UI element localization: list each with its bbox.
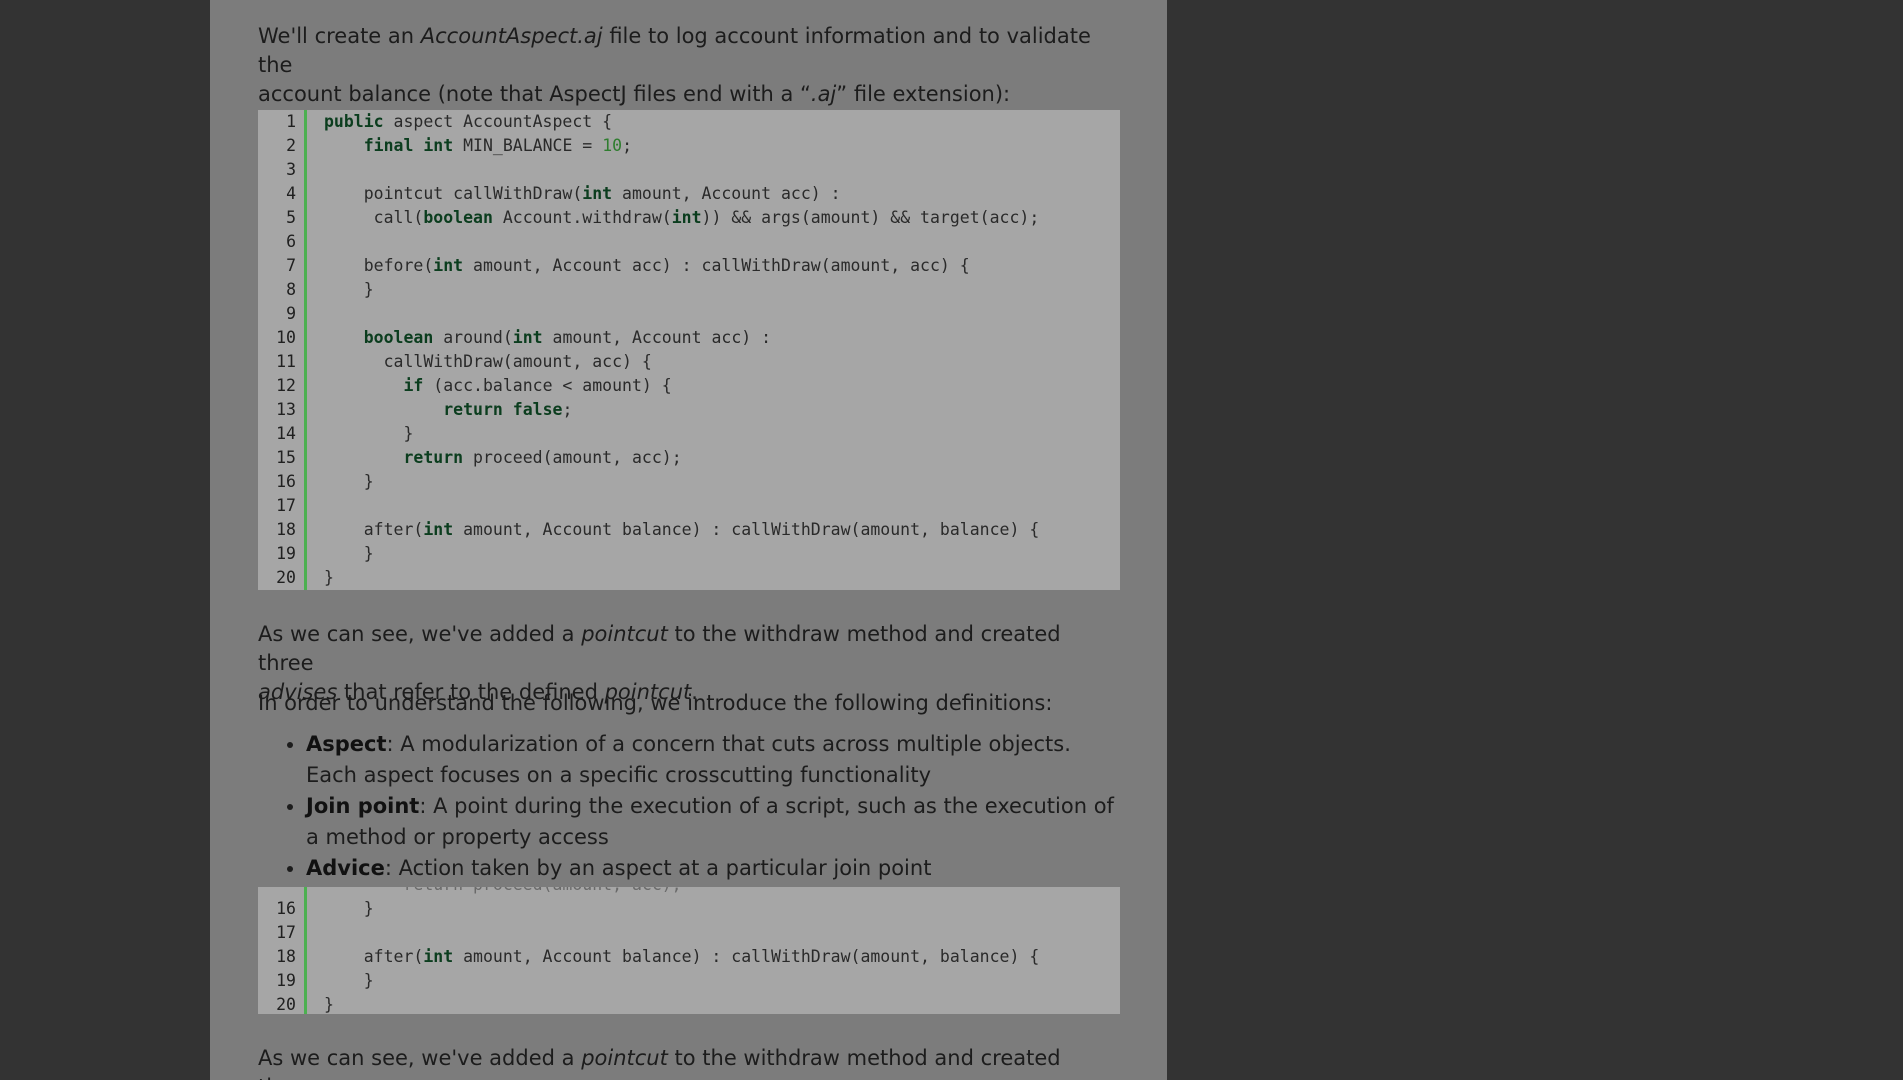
code-line: 9 — [258, 302, 1120, 326]
line-number: 1 — [286, 112, 296, 131]
code-text: pointcut callWithDraw(int amount, Accoun… — [324, 184, 841, 203]
code-text: call(boolean Account.withdraw(int)) && a… — [324, 208, 1040, 227]
line-number: 17 — [276, 923, 296, 942]
line-number: 18 — [276, 520, 296, 539]
code-text: before(int amount, Account acc) : callWi… — [324, 256, 970, 275]
line-number: 12 — [276, 376, 296, 395]
footer-paragraph: As we can see, we've added a pointcut to… — [258, 1044, 1120, 1080]
definitions-intro-text: In order to understand the following, we… — [258, 691, 1053, 715]
code-text: boolean around(int amount, Account acc) … — [363, 328, 772, 347]
code-line: 19 } — [258, 542, 1120, 566]
definition-desc: : Action taken by an aspect at a particu… — [384, 856, 932, 880]
code-line: 18 after(int amount, Account balance) : … — [258, 945, 1120, 969]
intro-text: We'll create an — [258, 24, 421, 48]
code-text: } — [324, 899, 374, 918]
intro-text: account balance (note that AspectJ files… — [258, 82, 811, 106]
line-number: 19 — [276, 971, 296, 990]
code-text: } — [324, 424, 414, 443]
code-block-repeat[interactable]: return proceed(amount, acc); 16 } 17 18 af… — [258, 887, 1120, 1014]
line-number: 18 — [276, 947, 296, 966]
code-text: } — [324, 472, 374, 491]
line-number: 10 — [276, 328, 296, 347]
code-line: 8 } — [258, 278, 1120, 302]
line-number: 9 — [286, 304, 296, 323]
line-number: 16 — [276, 472, 296, 491]
code-line: 18 after(int amount, Account balance) : … — [258, 518, 1120, 542]
line-number: 15 — [276, 448, 296, 467]
code-line: 4 pointcut callWithDraw(int amount, Acco… — [258, 182, 1120, 206]
code-text: if (acc.balance < amount) { — [403, 376, 672, 395]
code-line: 17 — [258, 494, 1120, 518]
code-line: 10 boolean around(int amount, Account ac… — [258, 326, 1120, 350]
line-number: 2 — [286, 136, 296, 155]
definition-term: Join point — [306, 794, 420, 818]
code-line: 19 } — [258, 969, 1120, 993]
line-number: 13 — [276, 400, 296, 419]
code-text: } — [324, 568, 334, 587]
pointcut-italic: pointcut — [581, 622, 668, 646]
article-column: We'll create an AccountAspect.aj file to… — [210, 0, 1167, 1080]
code-text: final int MIN_BALANCE = 10; — [363, 136, 632, 155]
code-text: } — [324, 995, 334, 1014]
line-number: 7 — [286, 256, 296, 275]
line-number: 17 — [276, 496, 296, 515]
line-number: 16 — [276, 899, 296, 918]
partial-code-line: return proceed(amount, acc); — [258, 887, 1120, 897]
definition-term: Aspect — [306, 732, 387, 756]
code-line: 7 before(int amount, Account acc) : call… — [258, 254, 1120, 278]
code-text: } — [324, 280, 374, 299]
intro-text: ” file extension): — [836, 82, 1011, 106]
footer-text: As we can see, we've added a — [258, 1046, 582, 1070]
code-line: 2 final int MIN_BALANCE = 10; — [258, 134, 1120, 158]
definitions-intro: In order to understand the following, we… — [258, 689, 1120, 718]
definition-item: Advice: Action taken by an aspect at a p… — [306, 853, 1120, 884]
line-number: 4 — [286, 184, 296, 203]
definitions-list: Aspect: A modularization of a concern th… — [258, 729, 1120, 884]
line-number: 20 — [276, 995, 296, 1014]
pointcut-italic: pointcut — [581, 1046, 668, 1070]
code-text: after(int amount, Account balance) : cal… — [324, 947, 1040, 966]
definition-desc: : A point during the execution of a scri… — [306, 794, 1114, 849]
line-number: 19 — [276, 544, 296, 563]
code-text: return proceed(amount, acc); — [403, 448, 682, 467]
definition-term: Advice — [306, 856, 385, 880]
intro-paragraph: We'll create an AccountAspect.aj file to… — [258, 22, 1120, 109]
code-line: 20} — [258, 993, 1120, 1014]
code-line: 20} — [258, 566, 1120, 590]
code-line: 5 call(boolean Account.withdraw(int)) &&… — [258, 206, 1120, 230]
code-block[interactable]: 1 public aspect AccountAspect { 2 final in… — [258, 110, 1120, 590]
line-number: 3 — [286, 160, 296, 179]
definition-desc: : A modularization of a concern that cut… — [306, 732, 1071, 787]
code-line: 16 } — [258, 897, 1120, 921]
code-text: } — [324, 971, 374, 990]
code-text: } — [324, 544, 374, 563]
code-line: 12 if (acc.balance < amount) { — [258, 374, 1120, 398]
line-number: 11 — [276, 352, 296, 371]
code-line: 6 — [258, 230, 1120, 254]
line-number: 14 — [276, 424, 296, 443]
definition-item: Aspect: A modularization of a concern th… — [306, 729, 1120, 791]
code-text: public aspect AccountAspect { — [324, 112, 613, 131]
line-number: 8 — [286, 280, 296, 299]
code-line: 3 — [258, 158, 1120, 182]
line-number: 6 — [286, 232, 296, 251]
explanation-text: As we can see, we've added a — [258, 622, 582, 646]
code-line: 15 return proceed(amount, acc); — [258, 446, 1120, 470]
definitions-list-wrap: Aspect: A modularization of a concern th… — [258, 729, 1120, 884]
line-number: 5 — [286, 208, 296, 227]
filename-italic: AccountAspect.aj — [420, 24, 603, 48]
partial-code-text: return proceed(amount, acc); — [324, 887, 681, 897]
line-number: 20 — [276, 568, 296, 587]
code-text: callWithDraw(amount, acc) { — [324, 352, 652, 371]
code-line: 16 } — [258, 470, 1120, 494]
definition-item: Join point: A point during the execution… — [306, 791, 1120, 853]
code-line: 14 } — [258, 422, 1120, 446]
code-text: after(int amount, Account balance) : cal… — [324, 520, 1040, 539]
extension-italic: .aj — [810, 82, 837, 106]
code-line: 1 public aspect AccountAspect { — [258, 110, 1120, 134]
code-line: 13 return false; — [258, 398, 1120, 422]
code-line: 17 — [258, 921, 1120, 945]
code-line: 11 callWithDraw(amount, acc) { — [258, 350, 1120, 374]
code-text: return false; — [443, 400, 573, 419]
